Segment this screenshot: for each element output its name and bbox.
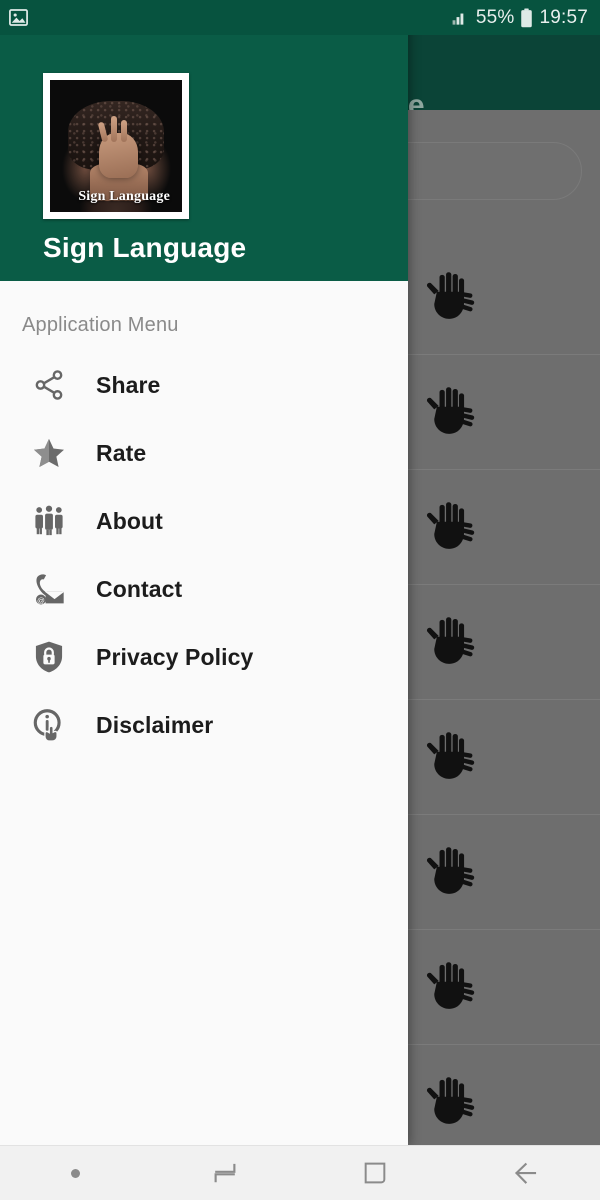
home-square-icon bbox=[364, 1162, 386, 1184]
back-arrow-icon bbox=[514, 1162, 537, 1184]
gallery-image-icon bbox=[9, 9, 28, 26]
photo-finger bbox=[121, 119, 128, 143]
clock-label: 19:57 bbox=[539, 6, 588, 28]
hands-sign-icon bbox=[427, 387, 475, 434]
menu-item-label: Disclaimer bbox=[96, 711, 214, 738]
hands-sign-icon bbox=[427, 847, 475, 894]
hands-sign-icon bbox=[427, 962, 475, 1009]
app-logo-photo: Sign Language bbox=[50, 80, 182, 212]
menu-item-about[interactable]: About bbox=[0, 487, 408, 555]
share-icon bbox=[28, 364, 70, 406]
menu-item-label: Contact bbox=[96, 575, 183, 602]
recents-icon bbox=[214, 1163, 236, 1183]
system-navigation-bar bbox=[0, 1145, 600, 1200]
app-logo: Sign Language bbox=[43, 73, 189, 219]
menu-item-label: About bbox=[96, 507, 163, 534]
menu-item-label: Privacy Policy bbox=[96, 643, 254, 670]
menu-item-share[interactable]: Share bbox=[0, 351, 408, 419]
nav-home-button[interactable] bbox=[300, 1146, 450, 1200]
menu-caption: Application Menu bbox=[22, 314, 179, 336]
drawer-header: Sign Language Sign Language bbox=[0, 0, 408, 281]
battery-percent-label: 55% bbox=[475, 6, 515, 28]
nav-dot-button[interactable] bbox=[0, 1146, 150, 1200]
drawer-app-title: Sign Language bbox=[43, 232, 247, 263]
drawer-body: Application Menu Share Rate About @ Cont… bbox=[0, 281, 408, 1145]
menu-item-disclaimer[interactable]: Disclaimer bbox=[0, 691, 408, 759]
menu-item-privacy-policy[interactable]: Privacy Policy bbox=[0, 623, 408, 691]
navigation-drawer: Sign Language Sign Language Application … bbox=[0, 0, 408, 1145]
hands-sign-icon bbox=[427, 272, 475, 319]
status-bar-notifications bbox=[8, 7, 29, 28]
hands-sign-icon bbox=[427, 502, 475, 549]
star-icon bbox=[28, 432, 70, 474]
nav-back-button[interactable] bbox=[450, 1146, 600, 1200]
info-hand-icon bbox=[28, 704, 70, 746]
menu-item-contact[interactable]: @ Contact bbox=[0, 555, 408, 623]
people-group-icon bbox=[28, 500, 70, 542]
menu-item-label: Share bbox=[96, 371, 161, 398]
shield-lock-icon bbox=[28, 636, 70, 678]
dot-icon bbox=[70, 1168, 80, 1178]
hands-sign-icon bbox=[427, 1077, 475, 1124]
logo-caption: Sign Language bbox=[78, 189, 170, 204]
photo-finger bbox=[110, 115, 117, 143]
hands-sign-icon bbox=[427, 617, 475, 664]
status-bar-system: 55% 19:57 bbox=[451, 7, 588, 29]
battery-icon bbox=[521, 8, 533, 27]
signal-bars-icon bbox=[452, 13, 464, 25]
svg-text:@: @ bbox=[37, 596, 45, 605]
status-bar: 55% 19:57 bbox=[0, 0, 600, 35]
menu-item-rate[interactable]: Rate bbox=[0, 419, 408, 487]
nav-recents-button[interactable] bbox=[150, 1146, 300, 1200]
menu-item-label: Rate bbox=[96, 439, 147, 466]
hands-sign-icon bbox=[427, 732, 475, 779]
phone-envelope-icon: @ bbox=[28, 568, 70, 610]
menu-list: Share Rate About @ Contact Privacy Polic… bbox=[0, 351, 408, 759]
